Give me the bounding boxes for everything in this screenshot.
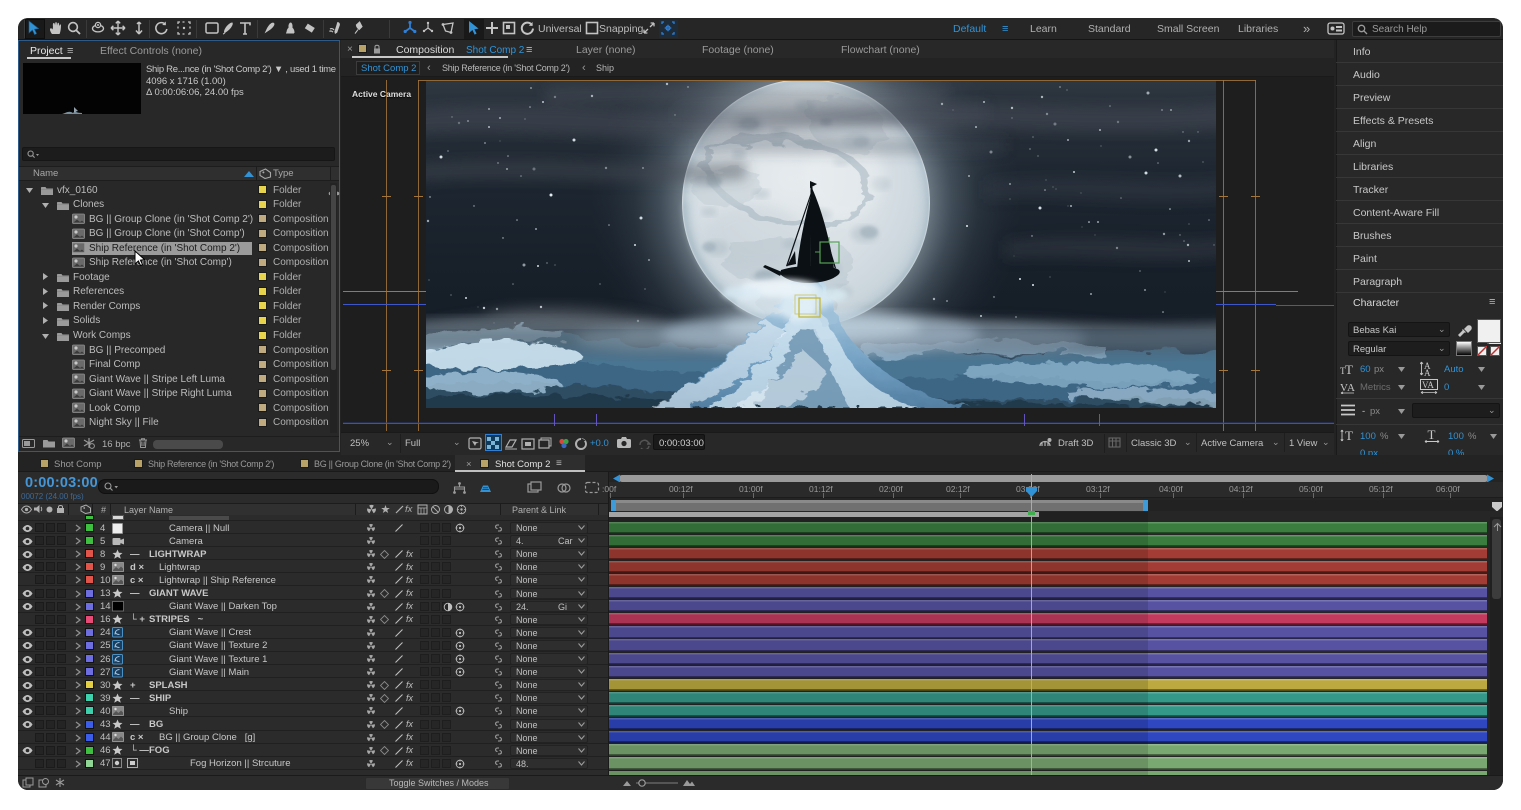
svg-text:A: A xyxy=(1347,382,1355,394)
svg-text:T: T xyxy=(1345,363,1353,376)
svg-text:A: A xyxy=(1424,368,1431,377)
svg-text:T: T xyxy=(1345,428,1353,443)
svg-text:T: T xyxy=(1428,428,1436,442)
svg-text:VA: VA xyxy=(1422,380,1434,390)
